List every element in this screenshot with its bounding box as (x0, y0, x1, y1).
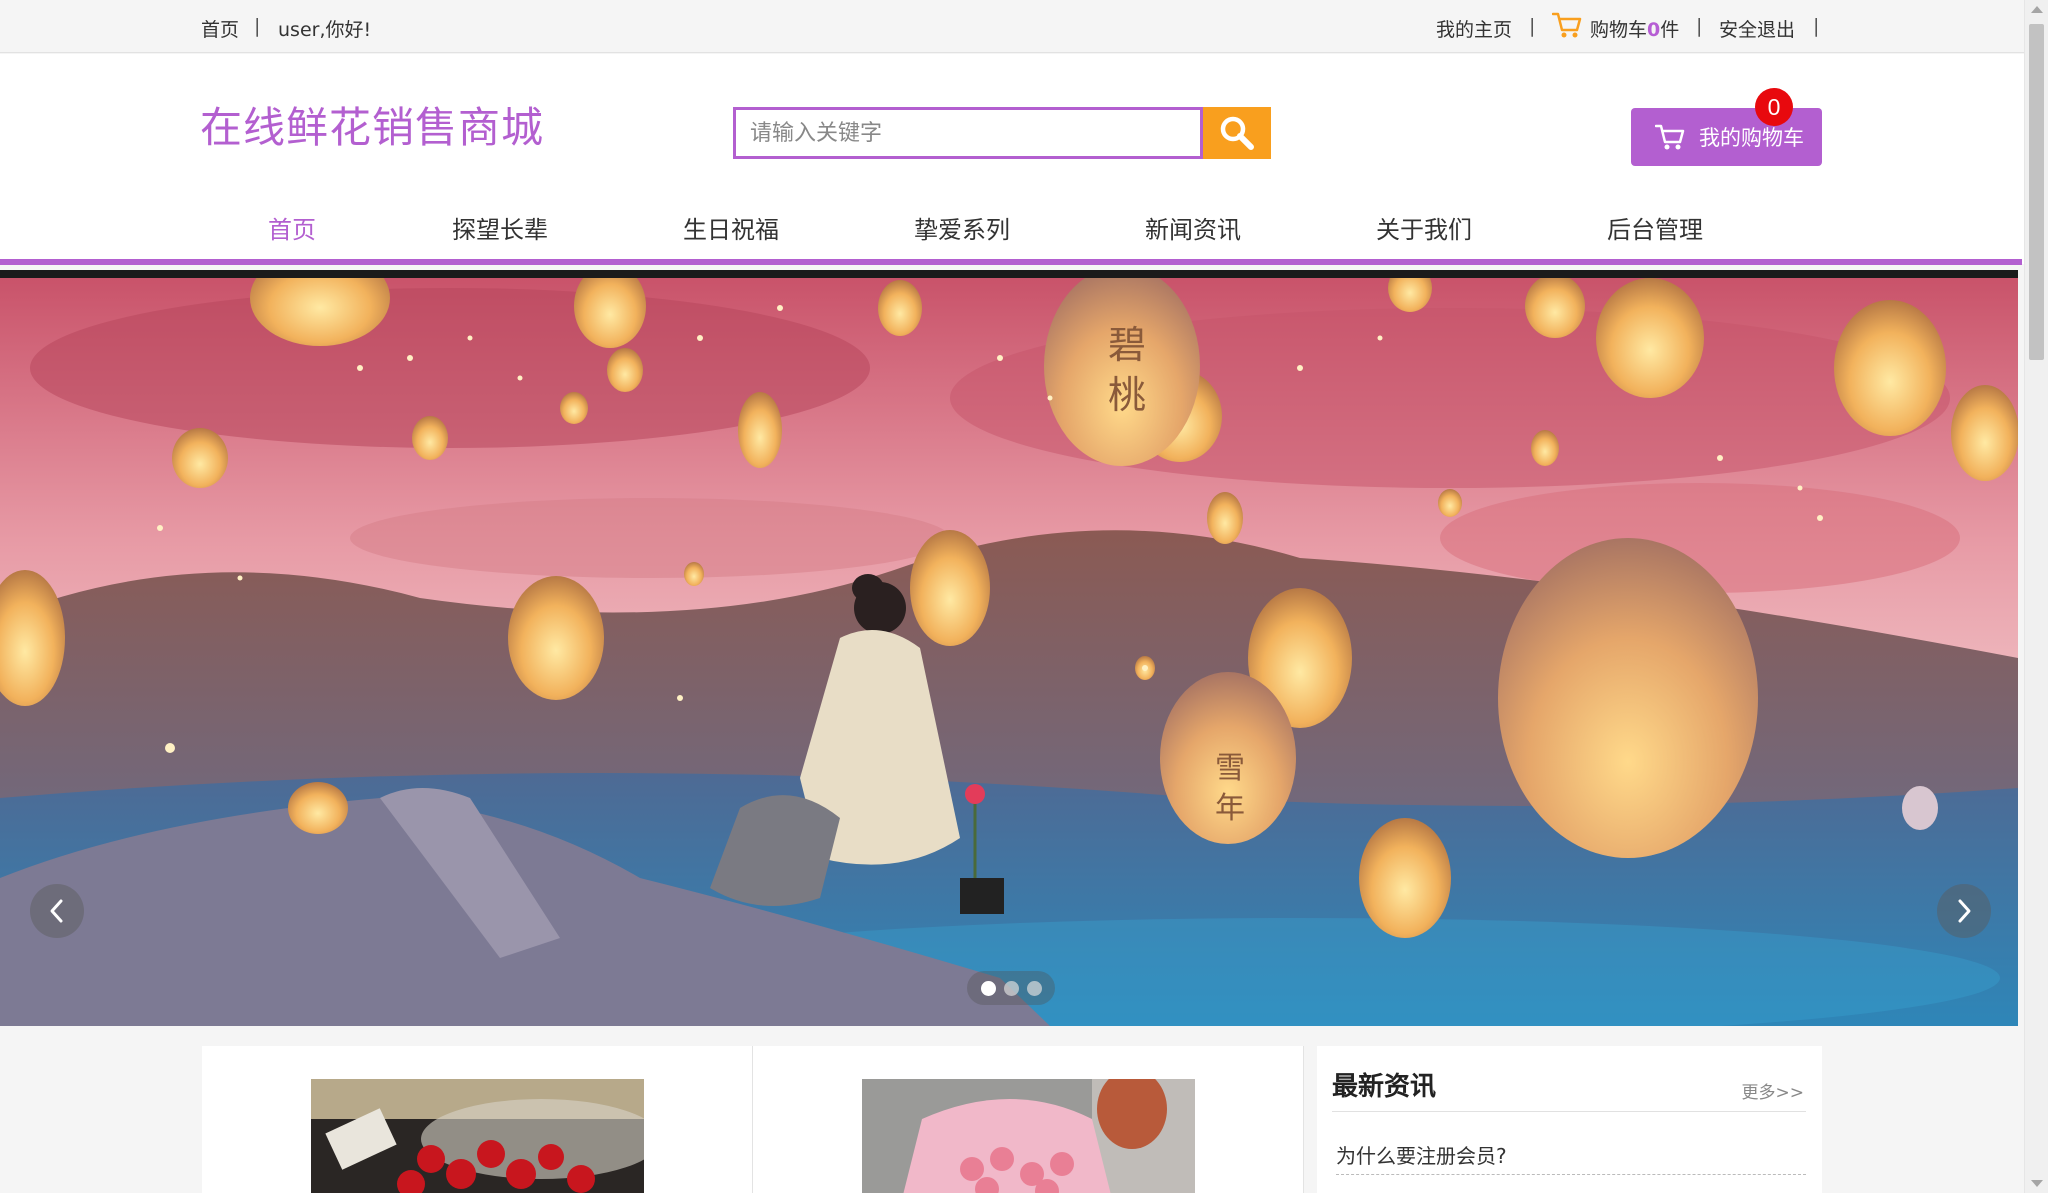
separator: | (254, 15, 261, 37)
search-box (733, 107, 1203, 159)
logout-link[interactable]: 安全退出 (1719, 15, 1795, 42)
lantern-text: 碧 (1108, 323, 1146, 367)
my-cart-button[interactable]: 我的购物车 (1631, 108, 1822, 166)
prev-slide-button[interactable] (30, 884, 84, 938)
carousel-dot[interactable] (1003, 980, 1019, 996)
main-nav: 首页 探望长辈 生日祝福 挚爱系列 新闻资讯 关于我们 后台管理 (0, 210, 2024, 262)
news-title: 最新资讯 (1332, 1072, 1437, 1102)
news-item[interactable]: 为什么要注册会员? (1336, 1140, 1507, 1169)
next-slide-button[interactable] (1937, 884, 1991, 938)
cart-icon (1655, 124, 1685, 150)
product-image-pink-roses[interactable] (862, 1079, 1195, 1193)
nav-item-love-series[interactable]: 挚爱系列 (914, 210, 1010, 245)
search-icon (1220, 116, 1254, 150)
lantern-text: 雪 (1215, 751, 1245, 786)
nav-item-birthday[interactable]: 生日祝福 (683, 210, 779, 245)
scrollbar-thumb[interactable] (2029, 24, 2044, 360)
divider (1336, 1174, 1806, 1175)
carousel-dot[interactable] (980, 980, 996, 996)
search-button[interactable] (1203, 107, 1271, 159)
chevron-left-icon (50, 899, 63, 923)
cart-summary-link[interactable]: 购物车0件 (1590, 15, 1679, 42)
page-scrollbar[interactable] (2024, 0, 2048, 1193)
cart-icon[interactable] (1551, 11, 1582, 44)
news-panel: 最新资讯 更多>> 为什么要注册会员? (1317, 1046, 1822, 1193)
nav-item-about[interactable]: 关于我们 (1376, 210, 1472, 245)
product-image-roses[interactable] (311, 1079, 644, 1193)
my-cart-label: 我的购物车 (1699, 126, 1804, 150)
nav-item-home[interactable]: 首页 (268, 210, 316, 245)
user-greeting: user,你好! (278, 19, 372, 41)
news-more-link[interactable]: 更多>> (1742, 1078, 1805, 1103)
carousel-dot[interactable] (1026, 980, 1042, 996)
lantern-text: 年 (1215, 791, 1245, 826)
cart-count: 0 (1647, 19, 1661, 41)
top-bar: 首页 | user,你好! 我的主页 | 购物车0件 | 安全退出 | (0, 0, 2024, 53)
banner-image: 碧 桃 雪 年 (0, 278, 2018, 1026)
nav-underline (0, 259, 2022, 265)
separator: | (1813, 15, 1820, 37)
cart-unit: 件 (1660, 19, 1680, 41)
cart-badge: 0 (1755, 88, 1793, 126)
my-home-link[interactable]: 我的主页 (1436, 15, 1512, 42)
nav-item-visit-elders[interactable]: 探望长辈 (452, 210, 548, 245)
scroll-down-arrow-icon[interactable] (2031, 1180, 2043, 1187)
search-input[interactable] (736, 110, 1200, 156)
top-home-link[interactable]: 首页 (201, 15, 239, 42)
product-card[interactable] (753, 1046, 1304, 1193)
nav-item-admin[interactable]: 后台管理 (1607, 210, 1703, 245)
carousel-indicators (967, 971, 1055, 1005)
product-card[interactable] (202, 1046, 753, 1193)
nav-item-news[interactable]: 新闻资讯 (1145, 210, 1241, 245)
banner-carousel[interactable]: 碧 桃 雪 年 (0, 270, 2018, 1026)
scroll-up-arrow-icon[interactable] (2031, 6, 2043, 13)
lantern-text: 桃 (1108, 373, 1146, 417)
site-logo[interactable]: 在线鲜花销售商城 (200, 94, 544, 155)
separator: | (1529, 15, 1536, 37)
cart-label: 购物车 (1590, 19, 1648, 41)
separator: | (1696, 15, 1703, 37)
chevron-right-icon (1958, 899, 1971, 923)
divider (1332, 1111, 1806, 1112)
